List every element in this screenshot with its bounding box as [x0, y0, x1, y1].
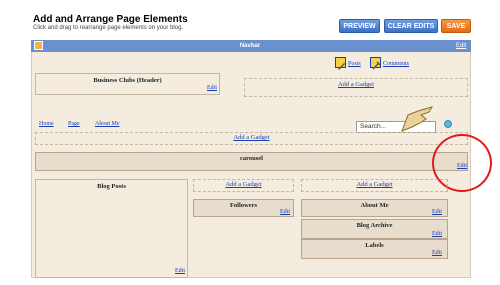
- hand-cursor-icon: [401, 106, 434, 132]
- add-gadget-link-crossbar[interactable]: Add a Gadget: [35, 134, 468, 141]
- tab-about-me[interactable]: About Me: [95, 121, 120, 127]
- about-me-title: About Me: [360, 202, 389, 209]
- clear-edits-button[interactable]: CLEAR EDITS: [384, 19, 438, 33]
- navbar-label: Navbar: [239, 43, 261, 49]
- pencil-icon[interactable]: [335, 57, 346, 70]
- about-me-edit-link[interactable]: Edit: [432, 209, 442, 215]
- blog-archive-title: Blog Archive: [356, 222, 393, 229]
- blog-posts-edit-link[interactable]: Edit: [175, 268, 185, 274]
- main-column: [35, 179, 188, 278]
- save-button[interactable]: SAVE: [441, 19, 471, 33]
- tab-home[interactable]: Home: [39, 121, 54, 127]
- tab-page[interactable]: Page: [68, 121, 80, 127]
- blog-archive-edit-link[interactable]: Edit: [432, 231, 442, 237]
- blog-posts-title: Blog Posts: [97, 183, 126, 190]
- add-gadget-link-header[interactable]: Add a Gadget: [244, 81, 468, 88]
- carousel-title: carousel: [240, 155, 263, 162]
- search-button-icon[interactable]: [444, 120, 452, 128]
- wrench-icon[interactable]: [370, 57, 381, 70]
- preview-button[interactable]: PREVIEW: [339, 19, 380, 33]
- page-subtitle: Click and drag to rearrange page element…: [33, 25, 184, 31]
- posts-link[interactable]: Posts: [348, 61, 361, 67]
- add-gadget-link-sidebar2[interactable]: Add a Gadget: [301, 181, 448, 188]
- followers-edit-link[interactable]: Edit: [280, 209, 290, 215]
- header-widget-title: Business Clubs (Header): [93, 77, 162, 84]
- labels-edit-link[interactable]: Edit: [432, 250, 442, 256]
- followers-title: Followers: [229, 202, 258, 209]
- add-gadget-link-sidebar1[interactable]: Add a Gadget: [193, 181, 294, 188]
- page-title: Add and Arrange Page Elements: [33, 14, 188, 25]
- comments-link[interactable]: Comments: [383, 61, 409, 67]
- labels-title: Labels: [365, 242, 384, 249]
- navbar-edit-link[interactable]: Edit: [456, 43, 466, 49]
- header-widget-edit-link[interactable]: Edit: [207, 85, 217, 91]
